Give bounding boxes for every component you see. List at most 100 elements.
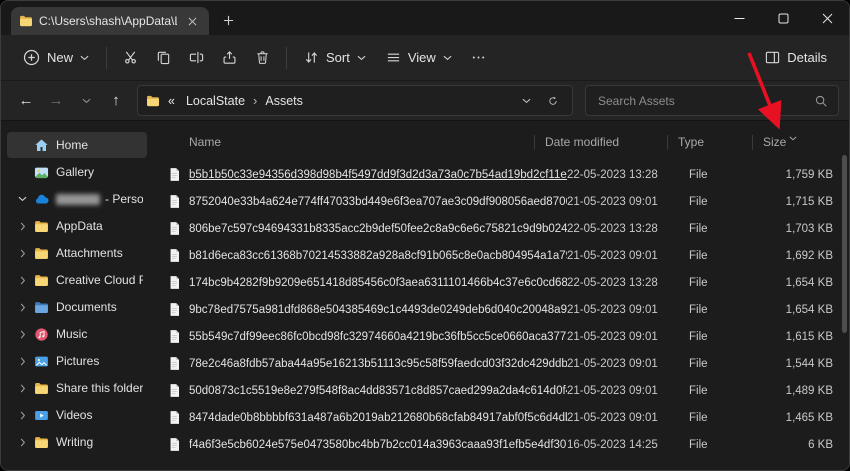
vertical-scrollbar[interactable]: [842, 155, 847, 462]
expand-chevron-icon[interactable]: [16, 384, 29, 393]
sidebar-item-label: Creative Cloud File: [56, 273, 143, 287]
rename-icon: [189, 50, 204, 65]
sort-icon: [304, 50, 319, 65]
file-size: 1,759 KB: [763, 169, 849, 181]
file-name: f4a6f3e5cb6024e575e0473580bc4bb7b2cc014a…: [189, 439, 567, 451]
column-header-type[interactable]: Type: [678, 135, 752, 149]
sidebar-item-creative-cloud-file[interactable]: Creative Cloud File: [7, 267, 147, 293]
folder-icon: [34, 273, 51, 288]
expand-chevron-icon[interactable]: [16, 330, 29, 339]
file-pane: Name Date modified Type Size b5b1b50c33e…: [153, 121, 849, 470]
column-header-size[interactable]: Size: [763, 135, 849, 149]
expand-chevron-icon[interactable]: [16, 222, 29, 231]
refresh-button[interactable]: [542, 90, 564, 112]
window-controls: [717, 1, 849, 35]
sidebar-item-home[interactable]: Home: [7, 132, 147, 158]
file-date-modified: 21-05-2023 09:01: [567, 358, 689, 370]
column-divider[interactable]: [667, 135, 668, 150]
file-row[interactable]: 55b549c7df99eec86fc0bcd98fc32974660a4219…: [153, 323, 849, 350]
expand-chevron-icon[interactable]: [16, 411, 29, 420]
expand-chevron-icon[interactable]: [16, 196, 29, 202]
file-name: 50d0873c1c5519e8e279f548f8ac4dd83571c8d8…: [189, 385, 567, 397]
recent-locations-button[interactable]: [71, 86, 101, 116]
sidebar-item-music[interactable]: Music: [7, 321, 147, 347]
sort-button[interactable]: Sort: [294, 43, 376, 72]
sidebar-item-gallery[interactable]: Gallery: [7, 159, 147, 185]
file-icon: [167, 383, 183, 398]
explorer-tab[interactable]: C:\Users\shash\AppData\Local: [11, 7, 209, 35]
search-input[interactable]: [596, 93, 814, 109]
column-header-size-label: Size: [763, 135, 786, 149]
onedrive-icon: [34, 192, 51, 207]
column-divider[interactable]: [534, 135, 535, 150]
cut-button[interactable]: [114, 43, 147, 72]
file-date-modified: 21-05-2023 09:01: [567, 412, 689, 424]
sidebar-item-pictures[interactable]: Pictures: [7, 348, 147, 374]
new-button[interactable]: New: [13, 42, 99, 73]
new-tab-button[interactable]: [215, 7, 241, 33]
file-row[interactable]: 50d0873c1c5519e8e279f548f8ac4dd83571c8d8…: [153, 377, 849, 404]
sidebar-item-writing[interactable]: Writing: [7, 429, 147, 455]
file-size: 1,615 KB: [763, 331, 849, 343]
folder-icon: [34, 381, 51, 396]
file-row[interactable]: 8474dade0b8bbbbf631a487a6b2019ab212680b6…: [153, 404, 849, 431]
file-row[interactable]: 9bc78ed7575a981dfd868e504385469c1c4493de…: [153, 296, 849, 323]
expand-chevron-icon[interactable]: [16, 438, 29, 447]
gallery-icon: [34, 165, 51, 180]
breadcrumb-collapsed[interactable]: «: [165, 93, 178, 109]
tab-close-button[interactable]: [183, 12, 201, 30]
sidebar-item-appdata[interactable]: AppData: [7, 213, 147, 239]
column-header-name[interactable]: Name: [153, 135, 534, 149]
share-button[interactable]: [213, 43, 246, 72]
file-row[interactable]: 8752040e33b4a624e774ff47033bd449e6f3ea70…: [153, 188, 849, 215]
column-header-date-modified[interactable]: Date modified: [545, 135, 667, 149]
sidebar-item-share-this-folder[interactable]: Share this folder: [7, 375, 147, 401]
file-row[interactable]: b5b1b50c33e94356d398d98b4f5497dd9f3d2d3a…: [153, 161, 849, 188]
file-date-modified: 22-05-2023 13:28: [567, 277, 689, 289]
minimize-button[interactable]: [717, 1, 761, 35]
scrollbar-thumb[interactable]: [842, 155, 847, 333]
expand-chevron-icon[interactable]: [16, 303, 29, 312]
file-date-modified: 16-05-2023 14:25: [567, 439, 689, 451]
back-button[interactable]: ←: [11, 86, 41, 116]
file-list: b5b1b50c33e94356d398d98b4f5497dd9f3d2d3a…: [153, 155, 849, 470]
maximize-button[interactable]: [761, 1, 805, 35]
file-row[interactable]: 806be7c597c94694331b8335acc2b9def50fee2c…: [153, 215, 849, 242]
sidebar-item-onedrive[interactable]: - Personal: [7, 186, 147, 212]
breadcrumb-assets[interactable]: Assets: [262, 93, 306, 109]
address-bar[interactable]: « LocalState › Assets: [137, 85, 573, 116]
column-divider[interactable]: [752, 135, 753, 150]
file-size: 1,703 KB: [763, 223, 849, 235]
plus-circle-icon: [23, 49, 40, 66]
chevron-down-icon: [522, 98, 531, 104]
delete-button[interactable]: [246, 43, 279, 72]
file-date-modified: 21-05-2023 09:01: [567, 331, 689, 343]
cut-icon: [123, 50, 138, 65]
copy-button[interactable]: [147, 43, 180, 72]
forward-button[interactable]: →: [41, 86, 71, 116]
expand-chevron-icon[interactable]: [16, 249, 29, 258]
copy-icon: [156, 50, 171, 65]
file-row[interactable]: b81d6eca83cc61368b70214533882a928a8cf91b…: [153, 242, 849, 269]
breadcrumb-localstate[interactable]: LocalState: [183, 93, 248, 109]
sidebar-item-documents[interactable]: Documents: [7, 294, 147, 320]
rename-button[interactable]: [180, 43, 213, 72]
file-row[interactable]: f4a6f3e5cb6024e575e0473580bc4bb7b2cc014a…: [153, 431, 849, 458]
tab-title: C:\Users\shash\AppData\Local: [39, 14, 177, 28]
details-button[interactable]: Details: [755, 43, 837, 72]
file-date-modified: 22-05-2023 13:28: [567, 169, 689, 181]
up-button[interactable]: ↑: [101, 86, 131, 116]
more-options-button[interactable]: [462, 43, 495, 72]
close-button[interactable]: [805, 1, 849, 35]
expand-chevron-icon[interactable]: [16, 276, 29, 285]
address-dropdown-button[interactable]: [515, 90, 537, 112]
navigation-bar: ← → ↑ « LocalState › Assets: [1, 81, 849, 121]
file-date-modified: 21-05-2023 09:01: [567, 385, 689, 397]
chevron-down-icon: [357, 55, 366, 61]
sidebar-item-videos[interactable]: Videos: [7, 402, 147, 428]
expand-chevron-icon[interactable]: [16, 357, 29, 366]
sidebar-item-attachments[interactable]: Attachments: [7, 240, 147, 266]
file-row[interactable]: 174bc9b4282f9b9209e651418d85456c0f3aea63…: [153, 269, 849, 296]
file-row[interactable]: 78e2c46a8fdb57aba44a95e16213b51113c95c58…: [153, 350, 849, 377]
view-button[interactable]: View: [376, 43, 462, 72]
